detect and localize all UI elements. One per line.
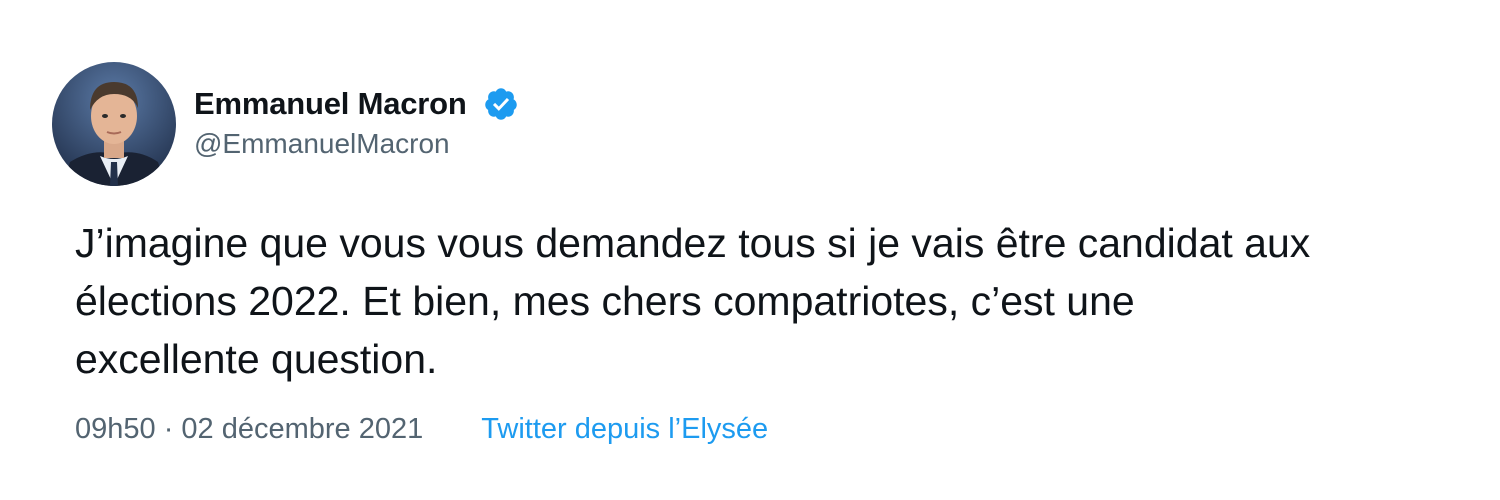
tweet-timestamp[interactable]: 09h50 · 02 décembre 2021 [75,413,423,446]
avatar[interactable] [52,62,176,186]
author-display-name[interactable]: Emmanuel Macron [194,86,467,122]
author-name-row: Emmanuel Macron [194,82,519,126]
tweet-source-link[interactable]: Twitter depuis l’Elysée [481,413,768,446]
verified-badge-icon [483,86,519,122]
author-block: Emmanuel Macron @EmmanuelMacron [194,82,519,160]
avatar-portrait-image [52,62,176,186]
tweet-meta: 09h50 · 02 décembre 2021 Twitter depuis … [75,413,768,446]
tweet-text: J’imagine que vous vous demandez tous si… [75,220,1311,382]
tweet-card: Emmanuel Macron @EmmanuelMacron J’imagin… [0,0,1500,500]
author-handle[interactable]: @EmmanuelMacron [194,128,519,160]
